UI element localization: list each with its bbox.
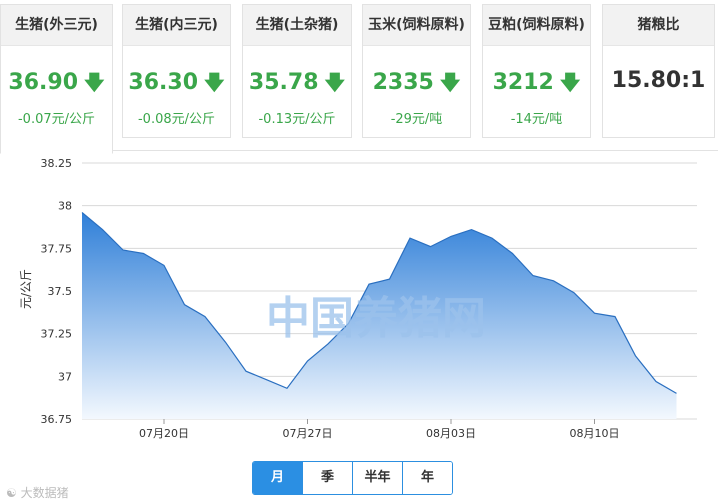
tab-price-row: 3212 🡇 <box>483 68 590 102</box>
tab-change: -0.13元/公斤 <box>258 112 336 127</box>
tab-change: -0.08元/公斤 <box>137 112 216 127</box>
tab-change: -29元/吨 <box>390 112 443 127</box>
y-tick-label: 36.75 <box>41 413 73 426</box>
tab-price-row: 36.30 🡇 <box>123 68 230 102</box>
watermark-text: 中国养猪网 <box>266 293 486 344</box>
arrow-down-icon: 🡇 <box>204 70 225 94</box>
y-tick-label: 37.25 <box>41 328 73 341</box>
y-tick-label: 37.75 <box>41 242 73 255</box>
tab-title: 玉米(饲料原料) <box>363 5 470 46</box>
tab-corn[interactable]: 玉米(饲料原料) 2335 🡇 -29元/吨 <box>362 4 471 138</box>
range-month-button[interactable]: 月 <box>253 462 302 494</box>
tab-title: 豆粕(饲料原料) <box>483 5 590 46</box>
range-halfyear-button[interactable]: 半年 <box>352 462 402 494</box>
tab-price-row: 2335 🡇 <box>363 68 470 102</box>
tab-title: 生猪(内三元) <box>123 5 230 46</box>
arrow-down-icon: 🡇 <box>439 70 461 94</box>
tab-price-value: 36.90 <box>8 70 79 95</box>
arrow-down-icon: 🡇 <box>324 70 346 94</box>
x-tick-label: 07月27日 <box>283 427 333 440</box>
range-selector: 月 季 半年 年 <box>252 461 453 495</box>
range-year-button[interactable]: 年 <box>402 462 452 494</box>
tab-price-value: 3212 <box>492 70 554 95</box>
tab-title: 生猪(外三元) <box>1 5 112 46</box>
tab-soybean-meal[interactable]: 豆粕(饲料原料) 3212 🡇 -14元/吨 <box>482 4 591 138</box>
y-tick-label: 38 <box>58 200 72 213</box>
tab-price-value: 36.30 <box>128 70 199 95</box>
tab-live-pig-local[interactable]: 生猪(土杂猪) 35.78 🡇 -0.13元/公斤 <box>242 4 352 138</box>
tab-change: -0.07元/公斤 <box>17 112 96 127</box>
price-tabs: 生猪(外三元) 36.90 🡇 -0.07元/公斤 生猪(内三元) 36.30 🡇 … <box>0 0 718 154</box>
y-axis-label: 元/公斤 <box>19 269 33 309</box>
tab-price-value: 35.78 <box>248 70 319 95</box>
y-tick-label: 37 <box>58 370 72 383</box>
arrow-down-icon: 🡇 <box>559 70 581 94</box>
footer-logo-text: 大数据猪 <box>20 486 69 500</box>
tab-live-pig-outer[interactable]: 生猪(外三元) 36.90 🡇 -0.07元/公斤 <box>0 4 113 154</box>
tab-pig-grain-ratio[interactable]: 猪粮比 15.80:1 <box>602 4 715 138</box>
tab-title: 猪粮比 <box>603 5 714 46</box>
x-tick-label: 07月20日 <box>139 427 189 440</box>
logo-icon: ☯ <box>6 486 17 500</box>
tab-price-row: 36.90 🡇 <box>1 68 112 102</box>
x-tick-label: 08月10日 <box>570 427 620 440</box>
y-tick-label: 38.25 <box>41 157 73 170</box>
y-tick-label: 37.5 <box>48 285 73 298</box>
tab-change: -14元/吨 <box>510 112 563 127</box>
tab-live-pig-inner[interactable]: 生猪(内三元) 36.30 🡇 -0.08元/公斤 <box>122 4 231 138</box>
tab-price-value: 2335 <box>372 70 434 95</box>
tab-title: 生猪(土杂猪) <box>243 5 351 46</box>
footer-logo: ☯ 大数据猪 <box>6 484 69 501</box>
x-tick-label: 08月03日 <box>426 427 476 440</box>
arrow-down-icon: 🡇 <box>84 70 105 94</box>
chart-panel: 中国养猪网 38.25 38 37.75 37.5 37.25 37 36.75 07月20… <box>0 150 718 504</box>
range-quarter-button[interactable]: 季 <box>302 462 352 494</box>
tab-price-row: 35.78 🡇 <box>243 68 351 102</box>
price-chart: 中国养猪网 38.25 38 37.75 37.5 37.25 37 36.75 07月20… <box>19 157 697 440</box>
tab-price-value: 15.80:1 <box>611 68 706 93</box>
